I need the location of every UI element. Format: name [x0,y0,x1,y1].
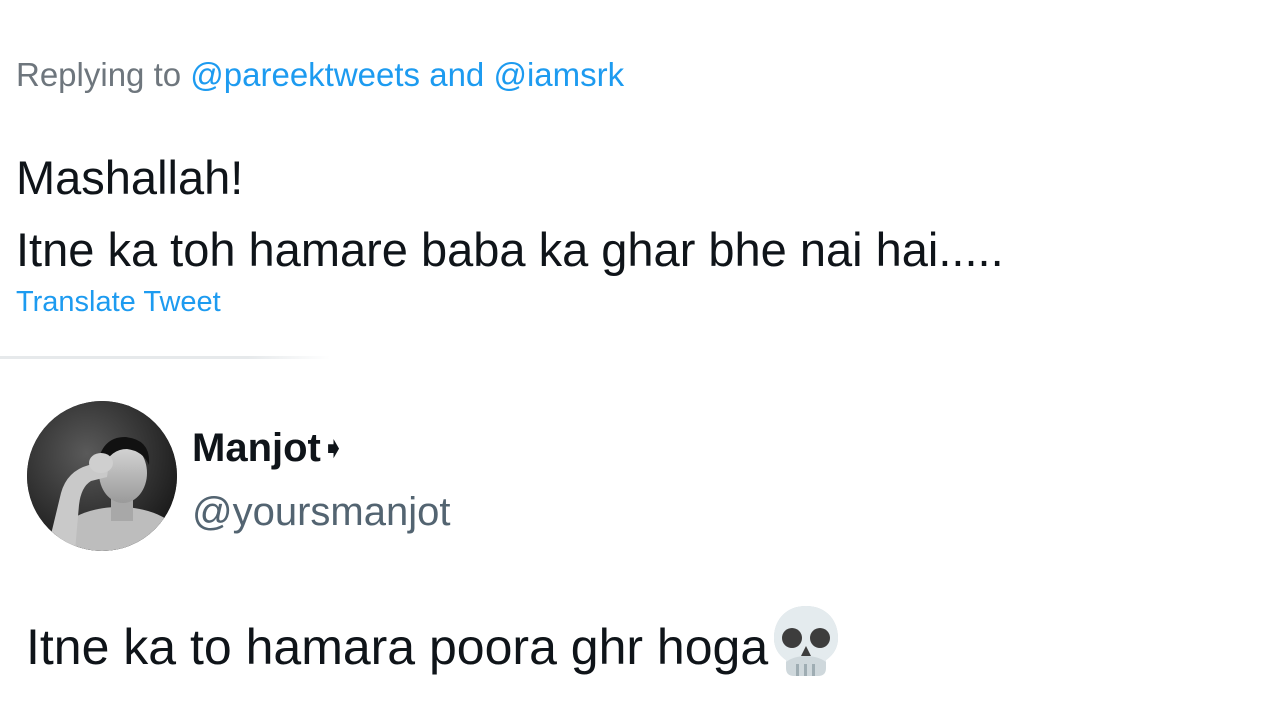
display-name-text: Manjot [192,426,321,470]
avatar[interactable] [27,401,177,551]
replying-to-conjunction: and [420,56,494,93]
avatar-photo-icon [27,401,177,551]
tweet-line-1: Mashallah! [16,151,244,204]
mention-link-pareektweets[interactable]: @pareektweets [190,56,420,93]
mention-link-iamsrk[interactable]: @iamsrk [493,56,624,93]
reply-body: Itne ka to hamara poora ghr hoga [26,604,842,678]
translate-tweet-link[interactable]: Translate Tweet [16,286,221,319]
replying-to-prefix: Replying to [16,56,191,93]
reply-handle[interactable]: @yoursmanjot [192,490,450,535]
skull-icon [770,604,842,678]
tweet-thread: Replying to @pareektweets and @iamsrk Ma… [0,0,1280,722]
replying-to-line: Replying to @pareektweets and @iamsrk [16,56,624,94]
reply-text: Itne ka to hamara poora ghr hoga [26,619,769,675]
tweet-line-2: Itne ka toh hamare baba ka ghar bhe nai … [16,223,1004,276]
divider [0,356,330,359]
reply-display-name[interactable]: Manjot➧ [192,426,346,471]
arrow-emoji-icon: ➧ [320,432,347,465]
tweet-body: Mashallah! Itne ka toh hamare baba ka gh… [16,142,1004,286]
